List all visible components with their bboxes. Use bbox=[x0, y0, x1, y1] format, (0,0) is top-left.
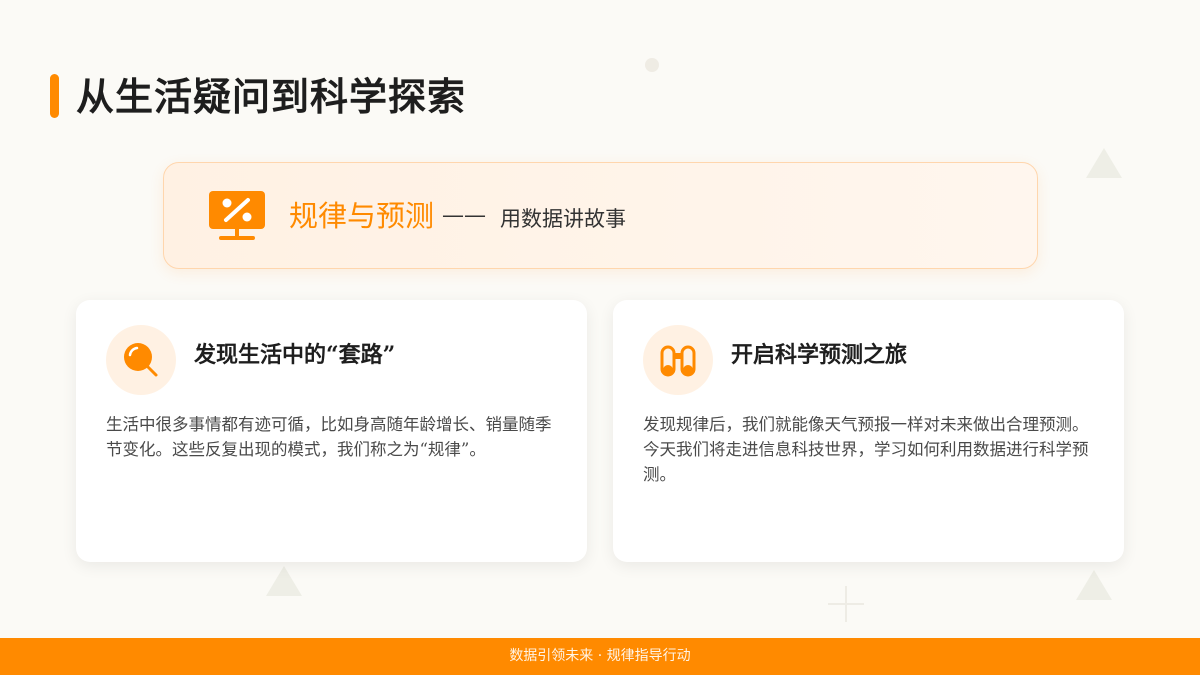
background-dot-decoration bbox=[645, 58, 659, 72]
banner-dash: —— bbox=[442, 203, 486, 228]
card-discover-patterns: 发现生活中的“套路” 生活中很多事情都有迹可循，比如身高随年龄增长、销量随季节变… bbox=[76, 300, 587, 562]
banner-heading: 规律与预测 bbox=[289, 199, 435, 233]
percent-board-icon bbox=[209, 191, 265, 243]
card-title: 开启科学预测之旅 bbox=[731, 342, 908, 368]
banner-subtitle: 用数据讲故事 bbox=[500, 207, 626, 231]
background-triangle-decoration bbox=[1086, 148, 1122, 178]
card-body: 生活中很多事情都有迹可循，比如身高随年龄增长、销量随季节变化。这些反复出现的模式… bbox=[106, 415, 552, 459]
title-accent-bar bbox=[50, 74, 59, 118]
footer-slogan: 数据引领未来 · 规律指导行动 bbox=[509, 648, 691, 664]
background-triangle-decoration bbox=[266, 566, 302, 596]
card-body: 发现规律后，我们就能像天气预报一样对未来做出合理预测。今天我们将走进信息科技世界… bbox=[643, 415, 1089, 484]
page-title: 从生活疑问到科学探索 bbox=[76, 74, 467, 119]
background-plus-decoration bbox=[828, 586, 864, 622]
card-start-prediction: 开启科学预测之旅 发现规律后，我们就能像天气预报一样对未来做出合理预测。今天我们… bbox=[613, 300, 1124, 562]
background-triangle-decoration bbox=[1076, 570, 1112, 600]
topic-banner: 规律与预测 —— 用数据讲故事 bbox=[163, 162, 1038, 269]
magnifier-icon bbox=[106, 325, 176, 395]
card-title: 发现生活中的“套路” bbox=[194, 342, 396, 368]
footer-bar: 数据引领未来 · 规律指导行动 bbox=[0, 638, 1200, 675]
binoculars-icon bbox=[643, 325, 713, 395]
